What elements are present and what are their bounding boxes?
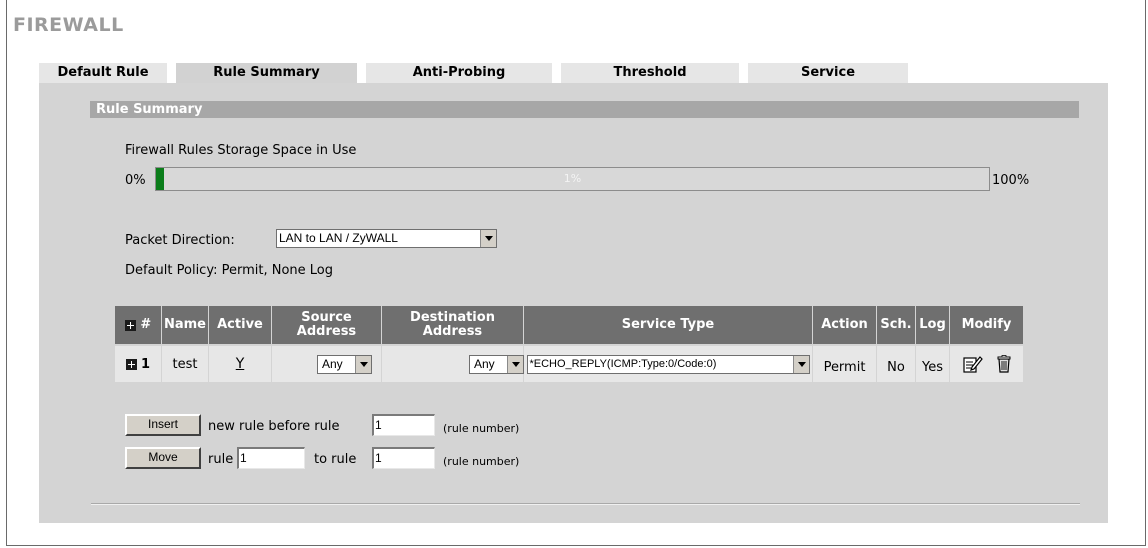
insert-text: new rule before rule — [208, 419, 340, 434]
section-title: Rule Summary — [90, 101, 1079, 118]
service-type-select[interactable]: *ECHO_REPLY(ICMP:Type:0/Code:0) — [526, 354, 810, 374]
content-panel: Rule Summary Firewall Rules Storage Spac… — [39, 83, 1108, 523]
active-indicator: Y — [235, 356, 245, 372]
default-policy-text: Default Policy: Permit, None Log — [125, 263, 333, 278]
row-active: Y — [209, 346, 272, 382]
packet-direction-label: Packet Direction: — [125, 233, 235, 248]
dropdown-arrow-icon — [507, 355, 523, 373]
tab-threshold[interactable]: Threshold — [561, 63, 739, 83]
row-source-cell: Any — [272, 346, 382, 382]
page-title: FIREWALL — [13, 14, 124, 36]
row-schedule: No — [877, 346, 916, 382]
insert-hint: (rule number) — [443, 422, 520, 435]
storage-progress-bar: 1% — [155, 167, 990, 191]
move-to-rule-input[interactable]: 1 — [372, 447, 435, 469]
header-service: Service Type — [524, 306, 813, 344]
header-schedule: Sch. — [877, 306, 916, 344]
tab-service[interactable]: Service — [748, 63, 908, 83]
storage-label: Firewall Rules Storage Space in Use — [125, 143, 357, 158]
tab-default-rule[interactable]: Default Rule — [39, 63, 167, 83]
dropdown-arrow-icon — [355, 355, 371, 373]
dropdown-arrow-icon — [792, 355, 809, 373]
row-service-cell: *ECHO_REPLY(ICMP:Type:0/Code:0) — [524, 346, 813, 382]
dropdown-arrow-icon — [480, 230, 496, 247]
header-source: Source Address — [272, 306, 382, 344]
tab-rule-summary[interactable]: Rule Summary — [176, 63, 357, 83]
expand-all-icon[interactable] — [124, 319, 136, 331]
packet-direction-value: LAN to LAN / ZyWALL — [279, 231, 398, 245]
header-destination: Destination Address — [382, 306, 524, 344]
source-address-select[interactable]: Any — [317, 354, 372, 374]
delete-trash-icon[interactable] — [997, 355, 1011, 373]
row-log: Yes — [916, 346, 950, 382]
row-destination-cell: Any — [382, 346, 524, 382]
insert-button[interactable]: Insert — [125, 414, 201, 436]
row-index-cell: 1 — [115, 346, 162, 382]
tab-anti-probing[interactable]: Anti-Probing — [366, 63, 552, 83]
header-name: Name — [162, 306, 209, 344]
move-button[interactable]: Move — [125, 447, 201, 469]
header-log: Log — [916, 306, 950, 344]
storage-value-label: 1% — [563, 172, 582, 185]
move-rule-label: rule — [208, 452, 234, 467]
storage-max-label: 100% — [992, 173, 1030, 188]
header-modify: Modify — [950, 306, 1023, 344]
edit-icon[interactable] — [962, 355, 983, 373]
packet-direction-select[interactable]: LAN to LAN / ZyWALL — [276, 229, 497, 248]
storage-min-label: 0% — [125, 173, 146, 188]
move-to-label: to rule — [314, 452, 357, 467]
row-name: test — [162, 346, 209, 382]
row-modify-cell — [950, 346, 1023, 382]
rules-table: # Name Active Source Address Destination… — [115, 306, 1023, 387]
expand-row-icon[interactable] — [125, 358, 137, 370]
destination-address-select[interactable]: Any — [469, 354, 524, 374]
header-active: Active — [209, 306, 272, 344]
row-action: Permit — [813, 346, 877, 382]
header-action: Action — [813, 306, 877, 344]
header-index: # — [115, 306, 162, 344]
move-hint: (rule number) — [443, 455, 520, 468]
bottom-divider — [91, 503, 1080, 505]
insert-rule-number-input[interactable]: 1 — [372, 414, 435, 436]
move-from-rule-input[interactable]: 1 — [237, 447, 305, 469]
